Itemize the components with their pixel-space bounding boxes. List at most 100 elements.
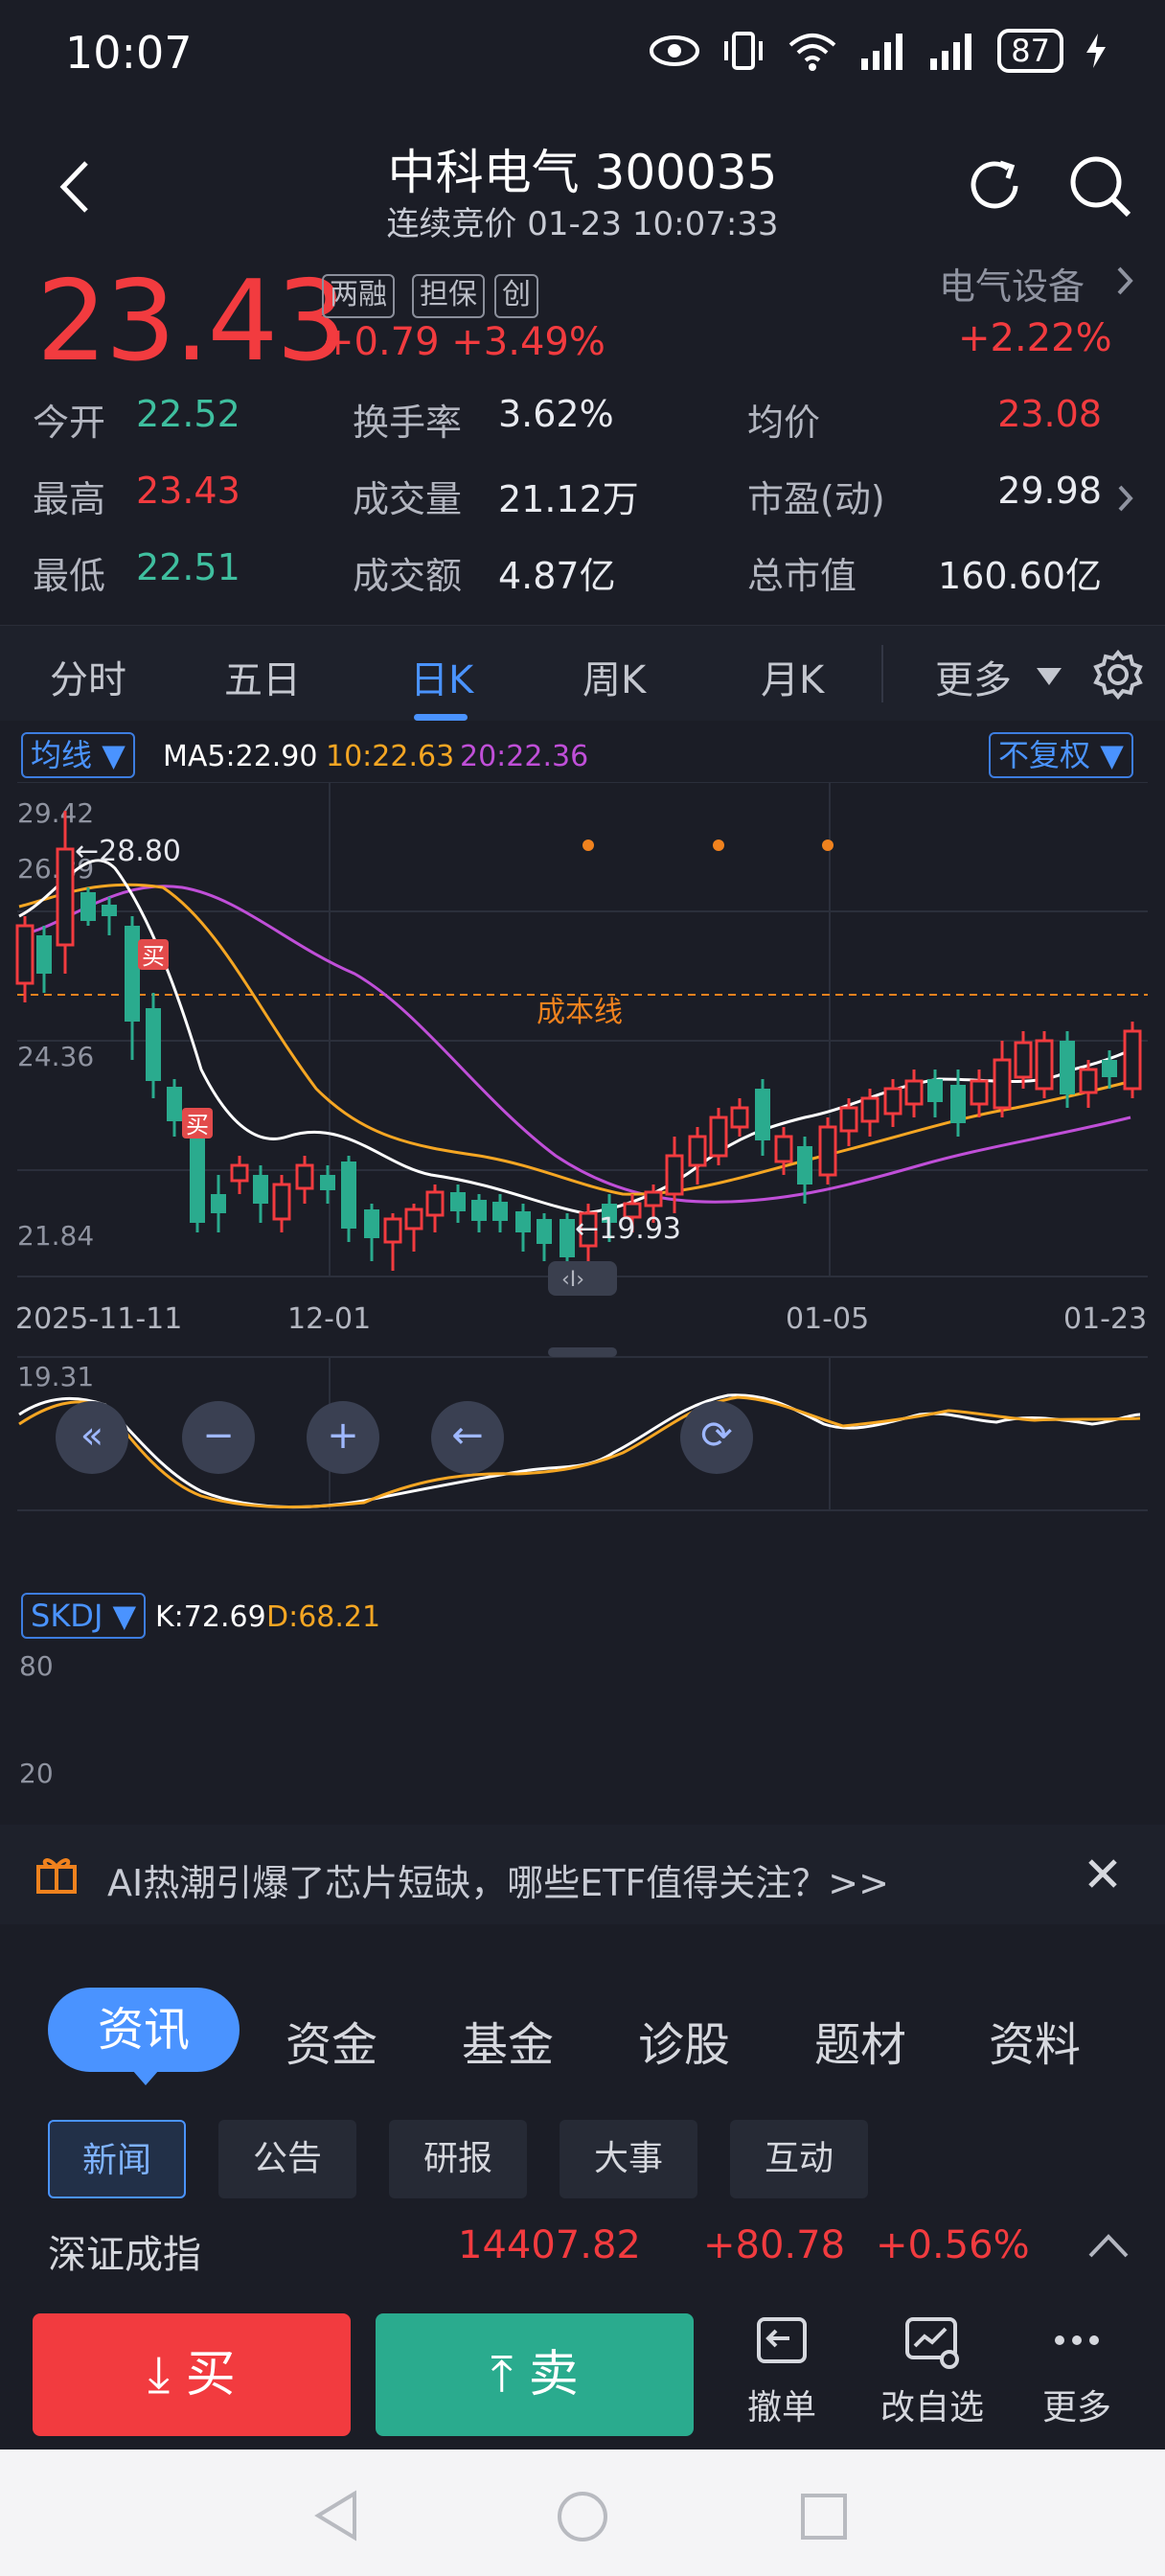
adjust-selector[interactable]: 不复权 ▼ [989,732,1133,778]
refresh-icon[interactable] [958,150,1031,222]
candle[interactable] [404,1204,423,1252]
candle[interactable] [211,1175,226,1232]
candle[interactable] [383,1213,402,1271]
tab-diagnosis[interactable]: 诊股 [638,2007,730,2074]
chevron-right-icon[interactable] [1115,483,1136,514]
candle[interactable] [341,1156,356,1242]
candle[interactable] [755,1079,770,1156]
candle[interactable] [883,1079,902,1127]
chevron-right-icon[interactable] [1113,264,1136,297]
tab-monthly-k[interactable]: 月K [761,649,824,704]
stat-label: 最低 [33,555,106,597]
pane-resize-handle[interactable] [548,1347,617,1357]
tab-fund[interactable]: 基金 [462,2007,554,2074]
index-ticker-row[interactable]: 深证成指 14407.82 +80.78 +0.56% [0,2204,1165,2281]
candle[interactable] [15,916,34,1002]
buy-button[interactable]: ⤓ 买 [33,2313,351,2436]
news-headline[interactable]: AI热潮引爆了芯片短缺，哪些ETF值得关注？>> [107,1853,889,1906]
tab-intraday[interactable]: 分时 [50,649,126,704]
tab-funds-flow[interactable]: 资金 [286,2007,377,2074]
tab-daily-k[interactable]: 日K [410,649,473,704]
candle[interactable] [272,1175,291,1232]
cancel-order-button[interactable]: 撤单 [724,2313,839,2429]
buy-marker[interactable]: 买 [182,1108,213,1138]
event-marker[interactable] [713,840,724,851]
indicator-selector[interactable]: SKDJ ▼ [21,1593,147,1639]
rotate-screen-button[interactable]: ⟳ [680,1401,753,1474]
sell-button[interactable]: ⤒ 卖 [376,2313,694,2436]
tab-news-info[interactable]: 资讯 [48,1988,240,2072]
gear-icon[interactable] [1092,649,1144,701]
candle[interactable] [818,1117,837,1184]
candle[interactable] [146,993,161,1098]
chevron-up-icon[interactable] [1086,2231,1131,2260]
candle[interactable] [36,926,52,993]
candle[interactable] [688,1127,707,1184]
candle[interactable] [1123,1022,1142,1098]
edit-watchlist-button[interactable]: 改自选 [872,2313,993,2429]
candle[interactable] [709,1108,728,1165]
candle[interactable] [167,1079,182,1137]
scroll-left-button[interactable]: ← [431,1401,504,1474]
candlestick-chart[interactable]: 29.42 26.89 24.36 21.84 19.31 成本线 买 买 ←2… [0,782,1165,1817]
candle[interactable] [1035,1031,1054,1098]
candle[interactable] [56,811,75,974]
edit-watchlist-icon [905,2317,959,2369]
subtab-announcements[interactable]: 公告 [218,2120,356,2198]
candle[interactable] [665,1137,684,1213]
x-tick: 12-01 [287,1302,371,1336]
event-marker[interactable] [582,840,594,851]
candle[interactable] [125,916,140,1060]
candle[interactable] [102,897,117,935]
buy-marker[interactable]: 买 [138,939,169,970]
nav-back-icon[interactable] [312,2490,360,2542]
candle[interactable] [230,1156,249,1194]
ma-selector[interactable]: 均线 ▼ [21,732,135,778]
candle[interactable] [295,1156,314,1204]
more-button[interactable]: 更多 [1019,2313,1134,2429]
candle[interactable] [993,1041,1012,1117]
close-icon[interactable] [1086,1857,1119,1890]
event-marker[interactable] [822,840,834,851]
sector-link[interactable]: 电气设备 [939,257,1085,310]
candle[interactable] [537,1213,552,1261]
candle[interactable] [970,1070,989,1117]
tab-profile[interactable]: 资料 [989,2007,1081,2074]
subtab-interaction[interactable]: 互动 [730,2120,868,2198]
tab-five-day[interactable]: 五日 [224,649,301,704]
candle[interactable] [492,1194,508,1232]
kline-chart-area[interactable]: 均线 ▼ MA5:22.90 10:22.63 20:22.36 不复权 ▼ 2… [0,724,1165,1817]
tag-collateral: 担保 [412,274,485,318]
subtab-news[interactable]: 新闻 [48,2120,186,2198]
stat-label: 换手率 [353,402,463,444]
nav-home-icon[interactable] [554,2488,611,2545]
candle[interactable] [904,1070,924,1117]
candle[interactable] [927,1070,943,1117]
stat-label: 最高 [33,478,106,520]
candle[interactable] [80,887,96,926]
y-tick: 19.31 [17,1361,94,1392]
cancel-order-icon [757,2317,807,2363]
index-pct: +0.56% [876,2223,1030,2267]
indicator-tick: 20 [19,1758,54,1789]
nav-recents-icon[interactable] [799,2492,849,2542]
candle[interactable] [253,1165,268,1223]
y-tick: 29.42 [17,797,94,829]
scroll-left-fast-button[interactable]: « [56,1401,128,1474]
subtab-events[interactable]: 大事 [560,2120,697,2198]
tab-themes[interactable]: 题材 [814,2007,906,2074]
news-banner[interactable]: AI热潮引爆了芯片短缺，哪些ETF值得关注？>> [0,1825,1165,1924]
candle[interactable] [471,1194,487,1232]
candle[interactable] [364,1204,379,1261]
candle[interactable] [515,1204,531,1252]
candle[interactable] [425,1184,445,1232]
caret-down-icon[interactable] [1035,666,1063,687]
candle[interactable] [450,1184,466,1223]
candle[interactable] [730,1098,749,1137]
zoom-in-button[interactable]: + [307,1401,379,1474]
tab-weekly-k[interactable]: 周K [582,649,646,704]
search-icon[interactable] [1063,150,1136,222]
tab-more[interactable]: 更多 [935,649,1012,704]
zoom-out-button[interactable]: − [182,1401,255,1474]
subtab-research[interactable]: 研报 [389,2120,527,2198]
